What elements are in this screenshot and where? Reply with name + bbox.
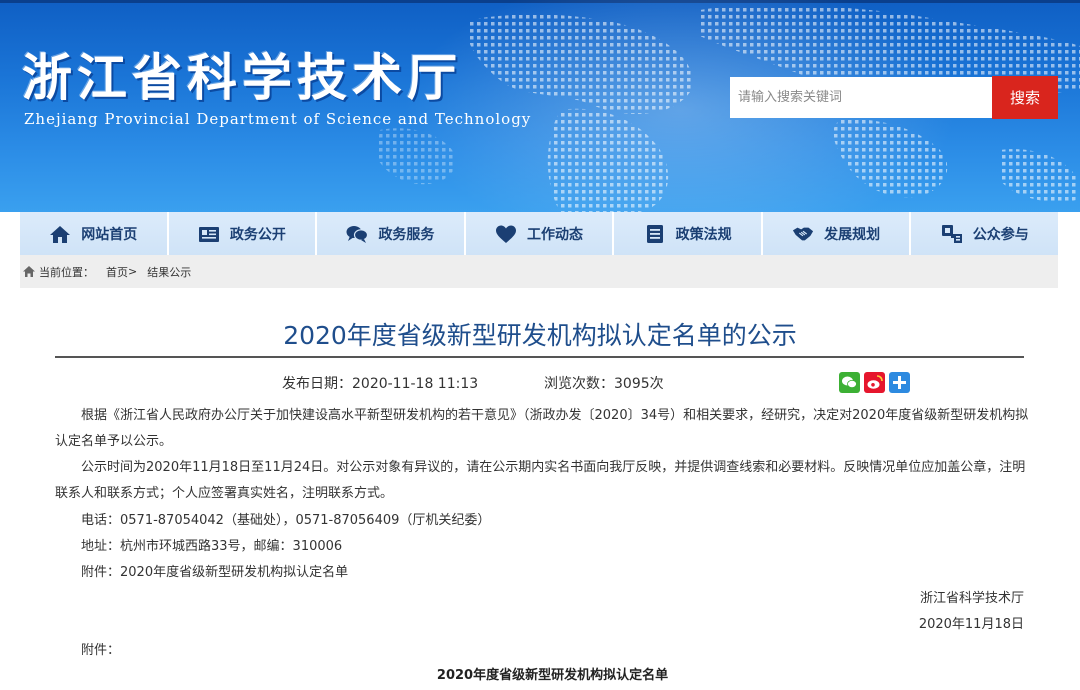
article-paragraph-basis: 根据《浙江省人民政府办公厅关于加快建设高水平新型研发机构的若干意见》（浙政办发〔…	[55, 408, 1029, 449]
nav-item-planning[interactable]: 发展规划	[763, 212, 912, 255]
nav-label: 工作动态	[527, 226, 584, 243]
signature-org: 浙江省科学技术厅	[919, 591, 1024, 606]
handshake-icon	[793, 227, 814, 240]
nav-item-home[interactable]: 网站首页	[20, 212, 169, 255]
nav-label: 公众参与	[972, 226, 1029, 243]
contact-phone: 电话：0571-87054042（基础处），0571-87056409（厅机关纪…	[81, 513, 491, 528]
nav-label: 政策法规	[675, 226, 732, 243]
breadcrumb-home-link[interactable]: 首页	[106, 264, 128, 280]
nav-label: 政务公开	[229, 226, 286, 243]
article-title: 2020年度省级新型研发机构拟认定名单的公示	[283, 321, 797, 350]
attachment-heading: 2020年度省级新型研发机构拟认定名单	[436, 668, 669, 683]
participation-icon	[941, 224, 962, 243]
heart-icon	[496, 225, 517, 243]
share-bar	[839, 372, 910, 393]
article-paragraph-period: 公示时间为2020年11月18日至11月24日。对公示对象有异议的，请在公示期内…	[55, 460, 1026, 501]
breadcrumb-separator: >	[128, 265, 138, 278]
signature-date: 2020年11月18日	[918, 617, 1024, 632]
home-icon	[50, 225, 71, 243]
site-logo-chinese[interactable]: 浙江省科学技术厅	[22, 38, 462, 110]
nav-item-policies[interactable]: 政策法规	[614, 212, 763, 255]
nav-item-public-participation[interactable]: 公众参与	[911, 212, 1058, 255]
weibo-icon[interactable]	[864, 372, 885, 393]
share-plus-icon[interactable]	[889, 372, 910, 393]
newspaper-icon	[198, 226, 219, 242]
view-count-label: 浏览次数：	[544, 376, 614, 392]
contact-address: 地址：杭州市环城西路33号，邮编：310006	[81, 539, 343, 554]
breadcrumb-prefix: 当前位置：	[39, 265, 94, 279]
chat-bubbles-icon	[346, 225, 369, 243]
breadcrumb-current-link[interactable]: 结果公示	[147, 264, 191, 280]
publish-date-value: 2020-11-18 11:13	[352, 376, 479, 392]
nav-label: 发展规划	[824, 226, 881, 243]
breadcrumb: 当前位置： 首页 > 结果公示	[20, 255, 1058, 288]
site-banner: 浙江省科学技术厅 Zhejiang Provincial Department …	[0, 0, 1080, 212]
search-input[interactable]	[730, 77, 992, 118]
site-logo-english: Zhejiang Provincial Department of Scienc…	[24, 110, 532, 128]
nav-label: 网站首页	[81, 226, 138, 243]
title-divider	[55, 356, 1024, 358]
wechat-icon[interactable]	[839, 372, 860, 393]
attachment-label: 附件：	[81, 643, 121, 658]
view-count: 浏览次数：3095次	[544, 373, 664, 393]
main-nav: 网站首页 政务公开 政务服务 工作动态 政策法规 发展规划 公众参与	[20, 212, 1058, 255]
view-count-value: 3095次	[614, 376, 664, 392]
attachment-link[interactable]: 附件：2020年度省级新型研发机构拟认定名单	[81, 561, 348, 580]
document-list-icon	[646, 224, 663, 243]
nav-label: 政务服务	[378, 226, 435, 243]
nav-item-work-news[interactable]: 工作动态	[466, 212, 615, 255]
nav-item-services[interactable]: 政务服务	[317, 212, 466, 255]
home-icon	[23, 266, 35, 277]
search-button[interactable]: 搜索	[992, 76, 1058, 119]
publish-date-label: 发布日期：	[282, 376, 352, 392]
nav-item-government-affairs[interactable]: 政务公开	[169, 212, 318, 255]
publish-date: 发布日期：2020-11-18 11:13	[282, 373, 478, 393]
